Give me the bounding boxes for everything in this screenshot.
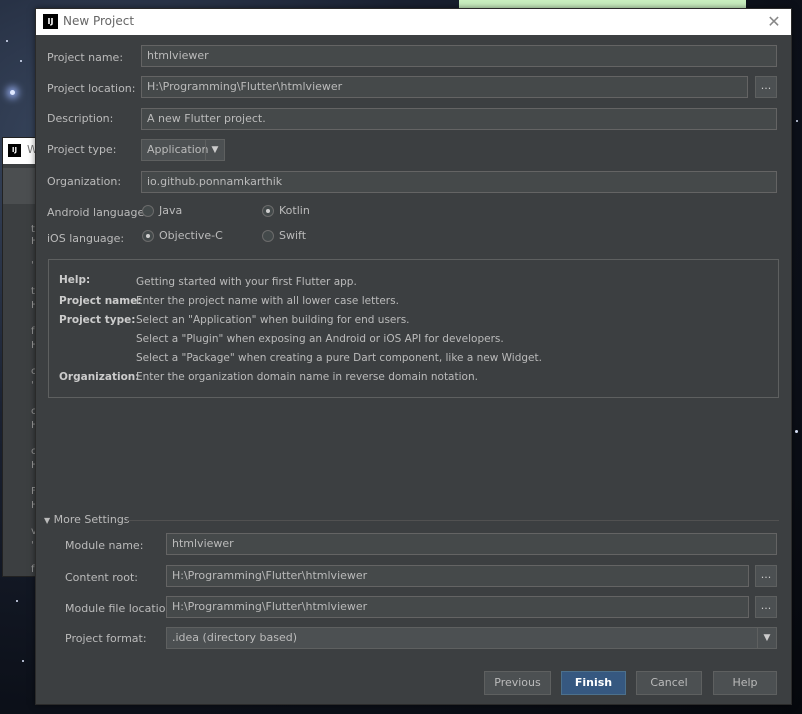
module-name-label: Module name: xyxy=(65,539,144,552)
background-text-fragment: f xyxy=(31,564,35,575)
module-file-location-input[interactable]: H:\Programming\Flutter\htmlviewer xyxy=(166,596,749,618)
project-name-input[interactable]: htmlviewer xyxy=(141,45,777,67)
intellij-logo-icon: IJ xyxy=(8,144,21,157)
star xyxy=(10,90,15,95)
background-window[interactable]: IJ W t H ' t H f H c ' c H c H F H v ' f xyxy=(2,137,39,577)
help-organization-text: Enter the organization domain name in re… xyxy=(136,371,478,383)
project-type-dropdown[interactable]: Application ▼ xyxy=(141,139,225,161)
content-root-label: Content root: xyxy=(65,571,139,584)
getting-started-link[interactable]: Getting started with your first Flutter … xyxy=(136,276,357,288)
description-label: Description: xyxy=(47,112,114,125)
new-project-dialog: IJ New Project ✕ Project name: htmlviewe… xyxy=(35,8,792,705)
background-text-fragment: ' xyxy=(31,540,34,551)
radio-objective-c[interactable] xyxy=(142,230,154,242)
project-format-label: Project format: xyxy=(65,632,147,645)
project-name-label: Project name: xyxy=(47,51,124,64)
module-file-location-browse-button[interactable]: ... xyxy=(755,596,777,618)
radio-kotlin[interactable] xyxy=(262,205,274,217)
radio-kotlin-label[interactable]: Kotlin xyxy=(279,204,310,217)
project-location-input[interactable]: H:\Programming\Flutter\htmlviewer xyxy=(141,76,748,98)
project-type-value: Application xyxy=(147,143,209,156)
radio-objective-c-label[interactable]: Objective-C xyxy=(159,229,223,242)
help-organization-label: Organization: xyxy=(59,371,140,383)
intellij-logo-icon: IJ xyxy=(43,14,58,29)
dialog-title-bar[interactable]: IJ New Project ✕ xyxy=(36,9,791,35)
star xyxy=(22,660,24,662)
description-input[interactable]: A new Flutter project. xyxy=(141,108,777,130)
android-language-label: Android language: xyxy=(47,206,148,219)
more-settings-title: More Settings xyxy=(53,513,130,526)
help-project-type-line: Select a "Package" when creating a pure … xyxy=(136,352,542,364)
module-file-location-label: Module file location: xyxy=(65,602,177,615)
help-project-type-line: Select a "Plugin" when exposing an Andro… xyxy=(136,333,504,345)
organization-label: Organization: xyxy=(47,175,122,188)
background-text-fragment: f xyxy=(31,326,35,337)
radio-swift-label[interactable]: Swift xyxy=(279,229,306,242)
more-settings-toggle[interactable]: ▼ More Settings xyxy=(44,513,130,526)
content-root-browse-button[interactable]: ... xyxy=(755,565,777,587)
previous-button[interactable]: Previous xyxy=(484,671,551,695)
help-panel: Help: Getting started with your first Fl… xyxy=(48,259,779,398)
background-window-titlebar: IJ W xyxy=(3,138,38,164)
content-root-input[interactable]: H:\Programming\Flutter\htmlviewer xyxy=(166,565,749,587)
star xyxy=(20,60,22,62)
help-project-name-label: Project name: xyxy=(59,295,142,307)
project-format-dropdown[interactable]: .idea (directory based) ▼ xyxy=(166,627,777,649)
project-format-value: .idea (directory based) xyxy=(172,631,298,644)
background-selected-row xyxy=(3,168,36,204)
project-location-label: Project location: xyxy=(47,82,136,95)
radio-swift[interactable] xyxy=(262,230,274,242)
radio-java-label[interactable]: Java xyxy=(159,204,182,217)
radio-java[interactable] xyxy=(142,205,154,217)
background-text-fragment: ' xyxy=(31,380,34,391)
project-location-browse-button[interactable]: ... xyxy=(755,76,777,98)
finish-button[interactable]: Finish xyxy=(561,671,626,695)
expand-triangle-icon: ▼ xyxy=(44,516,51,525)
organization-input[interactable]: io.github.ponnamkarthik xyxy=(141,171,777,193)
star xyxy=(16,600,18,602)
help-heading: Help: xyxy=(59,274,91,286)
cancel-button[interactable]: Cancel xyxy=(636,671,702,695)
close-icon[interactable]: ✕ xyxy=(763,11,785,33)
help-project-type-label: Project type: xyxy=(59,314,136,326)
background-text-fragment: ' xyxy=(31,260,34,271)
star xyxy=(795,430,798,433)
chevron-down-icon: ▼ xyxy=(757,628,776,648)
star xyxy=(796,120,798,122)
dialog-title: New Project xyxy=(63,14,135,28)
chevron-down-icon: ▼ xyxy=(205,140,224,160)
help-button[interactable]: Help xyxy=(713,671,777,695)
help-project-name-text: Enter the project name with all lower ca… xyxy=(136,295,399,307)
star xyxy=(6,40,8,42)
project-type-label: Project type: xyxy=(47,143,117,156)
module-name-input[interactable]: htmlviewer xyxy=(166,533,777,555)
help-project-type-line: Select an "Application" when building fo… xyxy=(136,314,410,326)
more-settings-divider xyxy=(127,520,779,521)
ios-language-label: iOS language: xyxy=(47,232,125,245)
